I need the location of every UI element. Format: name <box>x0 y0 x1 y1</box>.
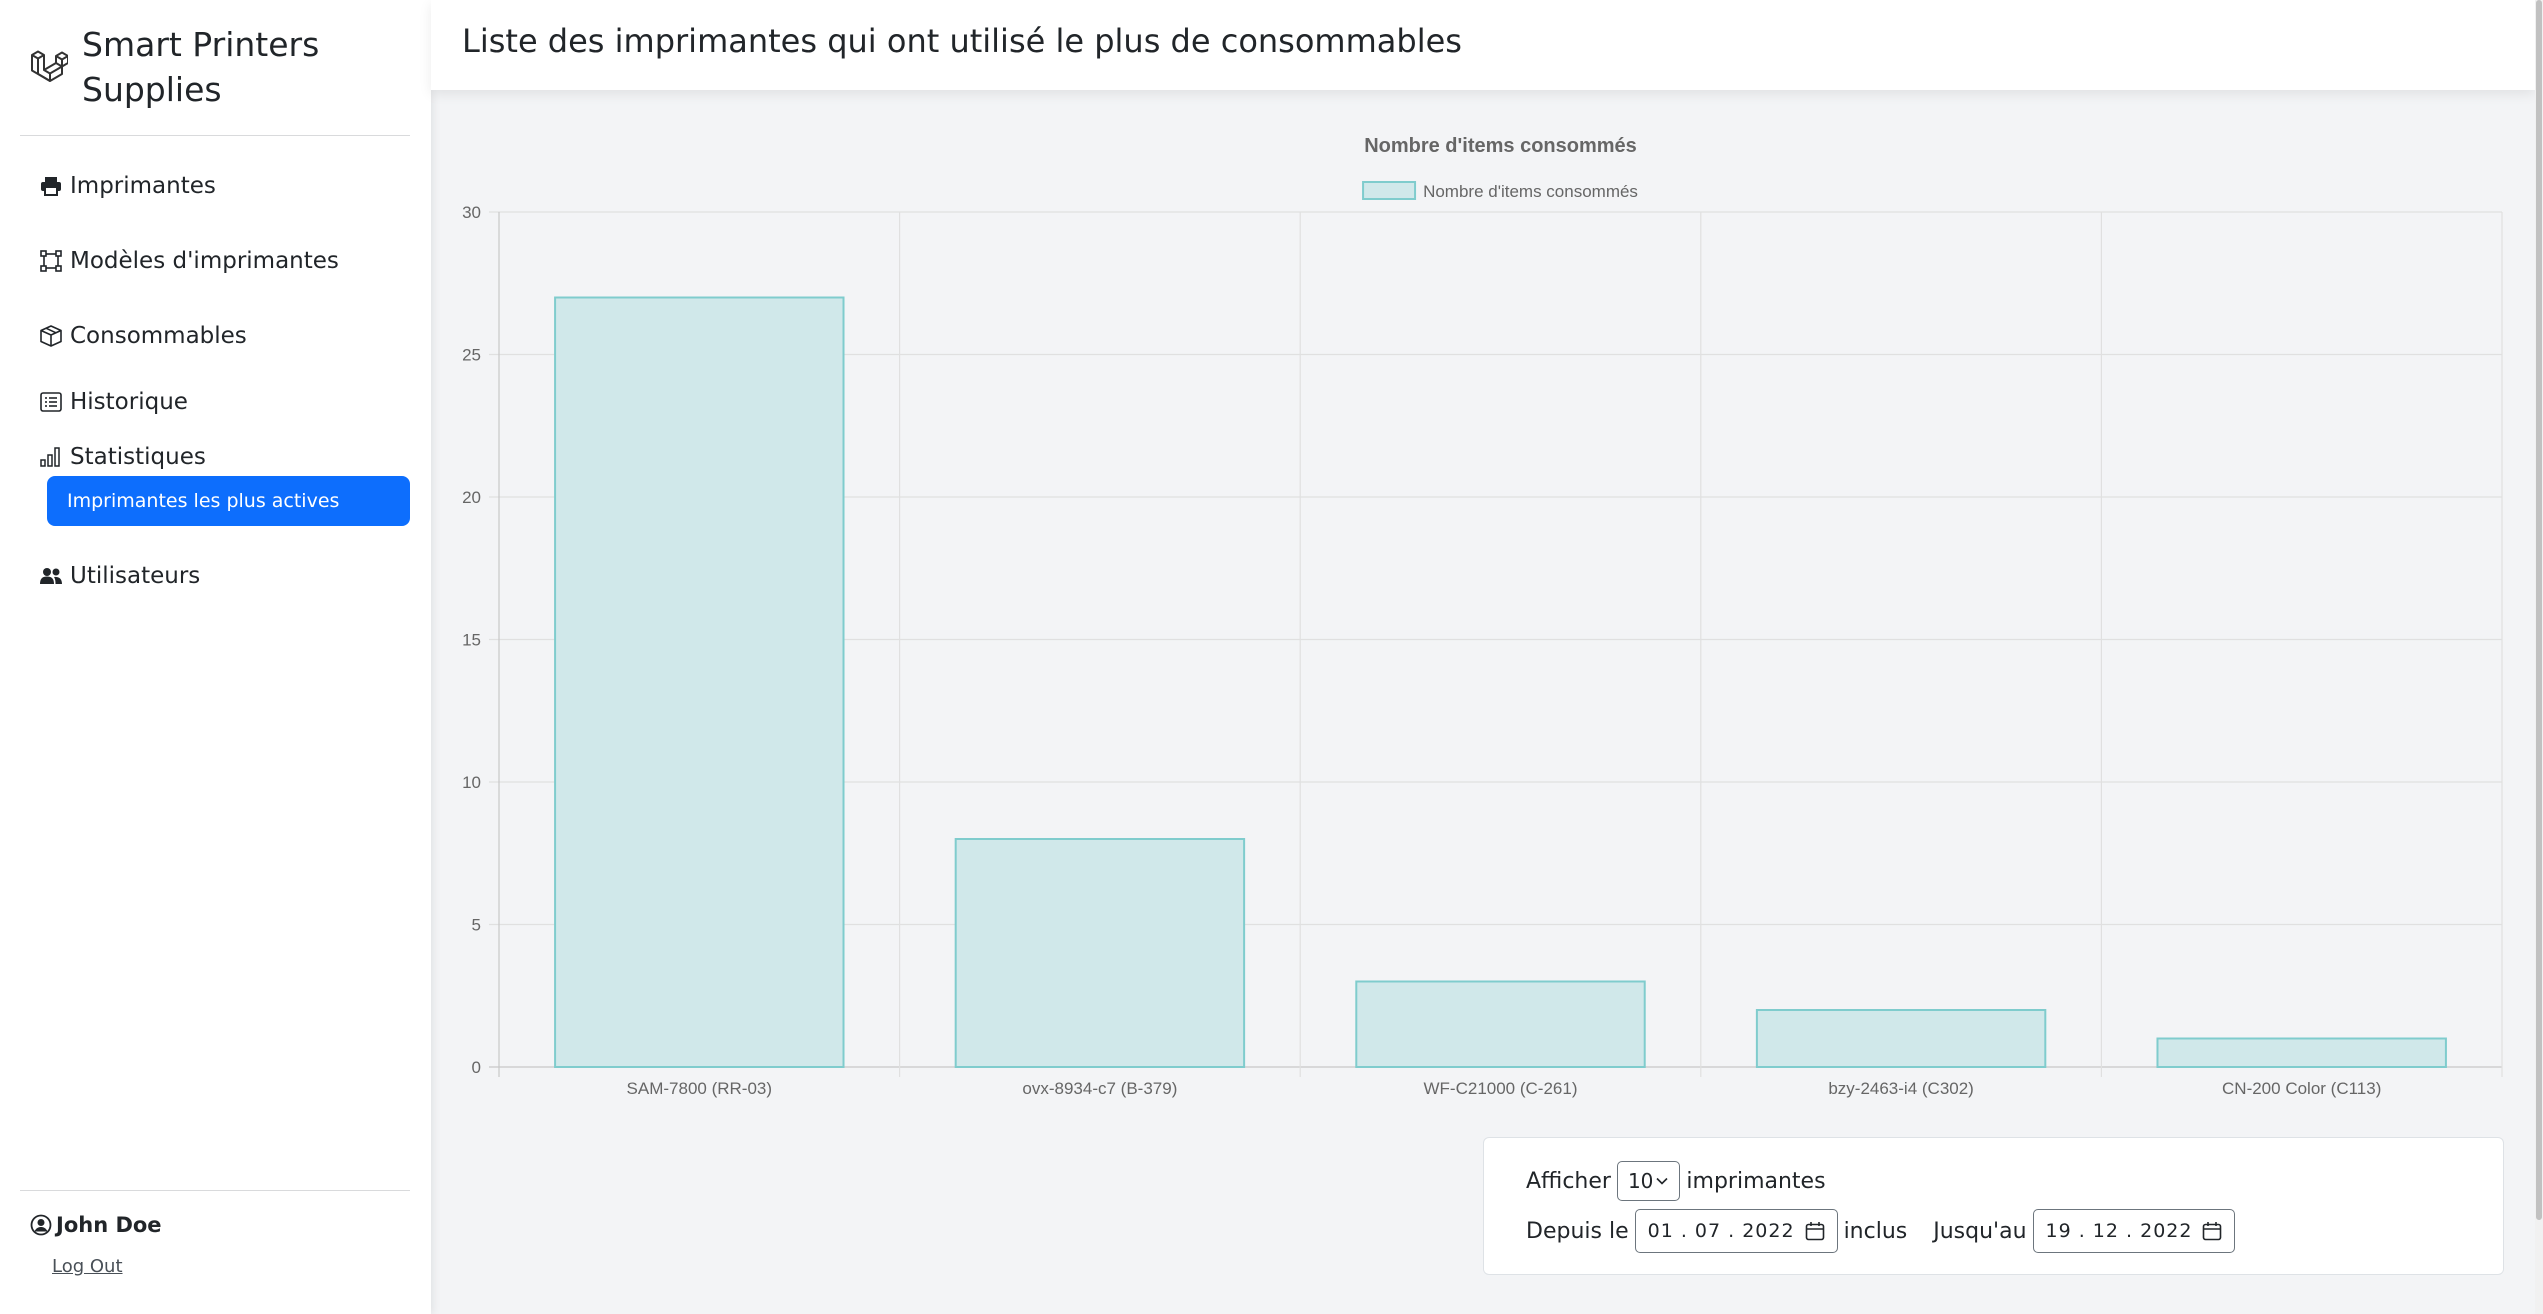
sidebar-item-label: Historique <box>70 389 188 415</box>
filter-row-dates: Depuis le 01 . 07 . 2022 inclus Jusqu'au… <box>1526 1209 2241 1253</box>
y-tick-label: 15 <box>462 631 481 650</box>
page-title: Liste des imprimantes qui ont utilisé le… <box>462 22 1462 60</box>
sidebar-item-imprimantes[interactable]: Imprimantes <box>40 173 216 199</box>
brand[interactable]: Smart Printers Supplies <box>28 22 418 116</box>
printer-icon <box>40 175 62 197</box>
show-label: Afficher <box>1526 1168 1611 1194</box>
sidebar-item-label: Statistiques <box>70 444 206 470</box>
sidebar-item-statistiques[interactable]: Statistiques <box>40 444 206 470</box>
chart-canvas: Nombre d'items consommés Nombre d'items c… <box>462 135 2503 1098</box>
page-header: Liste des imprimantes qui ont utilisé le… <box>431 0 2535 90</box>
sidebar: Smart Printers Supplies Imprimantes Modè… <box>0 0 431 1314</box>
y-tick-label: 10 <box>462 773 481 792</box>
count-select[interactable]: 10 <box>1616 1161 1681 1201</box>
bar <box>1755 1009 2047 1068</box>
filter-row-count: Afficher 10 imprimantes <box>1526 1161 1826 1201</box>
divider <box>20 135 410 136</box>
brand-line-2: Supplies <box>82 70 222 109</box>
x-tick-label: CN-200 Color (C113) <box>2222 1079 2381 1098</box>
from-date-input[interactable]: 01 . 07 . 2022 <box>1634 1209 1838 1253</box>
bar <box>554 296 845 1068</box>
to-label: Jusqu'au <box>1933 1218 2027 1244</box>
bar <box>1355 980 1646 1068</box>
x-tick-label: bzy-2463-i4 (C302) <box>1828 1079 1974 1098</box>
sidebar-item-label: Imprimantes <box>70 173 216 199</box>
sidebar-item-label: Consommables <box>70 323 247 349</box>
x-tick-label: WF-C21000 (C-261) <box>1424 1079 1578 1098</box>
list-icon <box>40 391 62 413</box>
y-tick-label: 25 <box>462 346 481 365</box>
sidebar-item-historique[interactable]: Historique <box>40 389 188 415</box>
user-profile: John Doe <box>30 1213 162 1237</box>
y-tick-label: 20 <box>462 488 481 507</box>
bounding-box-icon <box>40 250 62 272</box>
sidebar-subitem-label: Imprimantes les plus actives <box>67 490 340 512</box>
bar <box>2156 1037 2447 1068</box>
to-date-value: 19 . 12 . 2022 <box>2045 1220 2193 1242</box>
divider <box>20 1190 410 1191</box>
calendar-icon[interactable] <box>2202 1221 2222 1241</box>
chart-title: Nombre d'items consommés <box>1364 135 1637 157</box>
from-date-value: 01 . 07 . 2022 <box>1647 1220 1795 1242</box>
sidebar-item-modeles[interactable]: Modèles d'imprimantes <box>40 248 339 274</box>
count-select-value: 10 <box>1627 1169 1654 1193</box>
y-tick-label: 30 <box>462 203 481 222</box>
sidebar-item-utilisateurs[interactable]: Utilisateurs <box>40 563 200 589</box>
x-tick-label: ovx-8934-c7 (B-379) <box>1022 1079 1177 1098</box>
legend-swatch <box>1362 181 1417 200</box>
chevron-down-icon <box>1656 1177 1668 1185</box>
sidebar-item-label: Modèles d'imprimantes <box>70 248 339 274</box>
filter-panel: Afficher 10 imprimantes Depuis le 01 . 0… <box>1483 1137 2504 1275</box>
laravel-logo-icon <box>31 50 68 82</box>
calendar-icon[interactable] <box>1805 1221 1825 1241</box>
people-icon <box>40 565 62 587</box>
person-circle-icon <box>30 1214 52 1236</box>
sidebar-subitem-imprimantes-actives[interactable]: Imprimantes les plus actives <box>47 476 410 526</box>
user-name: John Doe <box>56 1213 162 1237</box>
legend-label: Nombre d'items consommés <box>1423 182 1638 201</box>
x-tick-label: SAM-7800 (RR-03) <box>627 1079 773 1098</box>
sidebar-item-consommables[interactable]: Consommables <box>40 323 247 349</box>
scrollbar-thumb[interactable] <box>2536 0 2542 1220</box>
to-date-input[interactable]: 19 . 12 . 2022 <box>2032 1209 2236 1253</box>
show-suffix: imprimantes <box>1686 1168 1826 1194</box>
from-label: Depuis le <box>1526 1218 1629 1244</box>
bar <box>954 838 1246 1068</box>
logout-link[interactable]: Log Out <box>52 1256 123 1277</box>
bar-chart: Nombre d'items consommés Nombre d'items c… <box>431 110 2535 1110</box>
box-icon <box>40 325 62 347</box>
y-tick-label: 0 <box>472 1058 481 1077</box>
y-tick-label: 5 <box>472 916 481 935</box>
bar-chart-icon <box>40 446 62 468</box>
sidebar-item-label: Utilisateurs <box>70 563 201 589</box>
brand-name: Smart Printers Supplies <box>82 22 319 112</box>
from-suffix: inclus <box>1843 1218 1908 1244</box>
brand-line-1: Smart Printers <box>82 25 320 64</box>
